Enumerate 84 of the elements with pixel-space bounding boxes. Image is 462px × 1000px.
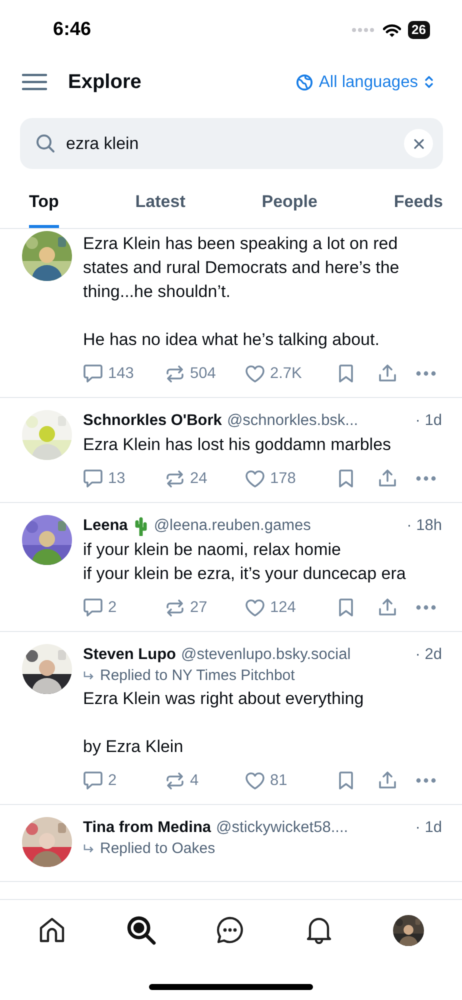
share-button[interactable] <box>378 364 397 383</box>
author-handle[interactable]: @stevenlupo.bsky.social <box>181 644 351 666</box>
share-button[interactable] <box>378 771 397 790</box>
reply-button[interactable]: 2 <box>83 598 117 617</box>
bookmark-button[interactable] <box>338 364 354 383</box>
share-icon <box>378 364 397 383</box>
bookmark-icon <box>338 469 354 488</box>
heart-icon <box>245 470 265 488</box>
reply-button[interactable]: 2 <box>83 771 117 790</box>
reply-context[interactable]: Replied to Oakes <box>83 839 442 859</box>
share-button[interactable] <box>378 598 397 617</box>
more-button[interactable] <box>416 371 436 376</box>
share-icon <box>378 469 397 488</box>
chevron-updown-icon <box>424 75 434 89</box>
signal-icon <box>352 28 376 32</box>
reply-arrow-icon <box>83 844 94 854</box>
tab[interactable]: Feeds <box>394 183 443 228</box>
author-name[interactable]: Schnorkles O'Bork <box>83 410 222 432</box>
post-time: · 18h <box>406 516 442 536</box>
repost-button[interactable]: 504 <box>165 364 216 382</box>
heart-icon <box>245 772 265 790</box>
author-handle[interactable]: @stickywicket58.... <box>216 817 348 839</box>
comment-icon <box>83 469 103 488</box>
share-button[interactable] <box>378 469 397 488</box>
author-name[interactable]: Tina from Medina <box>83 817 212 839</box>
post-text: Ezra Klein has lost his goddamn marbles <box>83 434 392 456</box>
like-button[interactable]: 81 <box>245 772 288 790</box>
more-button[interactable] <box>416 778 436 783</box>
post-text: Ezra Klein has been speaking a lot on red states and rural Democrats and here’s the thing...he shouldn’t. He has no idea what he’s talking about. <box>83 233 400 351</box>
status-time: 6:46 <box>53 19 92 41</box>
page-title: Explore <box>68 70 142 94</box>
post-time: · 2d <box>415 645 442 665</box>
more-icon <box>416 476 436 481</box>
repost-icon <box>165 364 185 382</box>
bookmark-icon <box>338 771 354 790</box>
bookmark-icon <box>338 364 354 383</box>
tab[interactable]: Top <box>29 183 59 228</box>
repost-icon <box>165 772 185 790</box>
bookmark-button[interactable] <box>338 598 354 617</box>
more-icon <box>416 605 436 610</box>
comment-icon <box>83 771 103 790</box>
more-icon <box>416 778 436 783</box>
post-text: Ezra Klein was right about everything by Ezra Klein <box>83 688 365 758</box>
repost-button[interactable]: 4 <box>165 772 199 790</box>
wifi-icon <box>382 24 401 36</box>
language-selector[interactable]: All languages <box>296 72 434 92</box>
like-button[interactable]: 124 <box>245 598 296 616</box>
repost-button[interactable]: 24 <box>165 470 208 488</box>
author-name[interactable]: Leena <box>83 515 128 537</box>
post-text: if your klein be naomi, relax homie if your klein be ezra, it’s your duncecap era <box>83 539 407 585</box>
bookmark-button[interactable] <box>338 469 354 488</box>
battery-level: 26 <box>408 21 430 39</box>
like-button[interactable]: 2.7K <box>245 364 302 382</box>
bookmark-button[interactable] <box>338 771 354 790</box>
close-icon <box>414 138 424 148</box>
like-button[interactable]: 178 <box>245 470 296 488</box>
share-icon <box>378 598 397 617</box>
comment-icon <box>83 598 103 617</box>
share-icon <box>378 771 397 790</box>
tab[interactable]: People <box>262 183 318 228</box>
search-field[interactable]: ezra klein <box>20 118 443 169</box>
more-icon <box>416 371 436 376</box>
reply-context[interactable]: Replied to NY Times Pitchbot <box>83 666 442 686</box>
author-handle[interactable]: @leena.reuben.games <box>154 515 311 537</box>
reply-arrow-icon <box>83 671 94 681</box>
more-button[interactable] <box>416 476 436 481</box>
comment-icon <box>83 364 103 383</box>
menu-icon[interactable] <box>22 73 47 91</box>
reply-button[interactable]: 143 <box>83 364 134 383</box>
globe-icon <box>296 74 313 90</box>
repost-icon <box>165 598 185 616</box>
bookmark-icon <box>338 598 354 617</box>
reply-button[interactable]: 13 <box>83 469 126 488</box>
tab[interactable]: Latest <box>135 183 186 228</box>
heart-icon <box>245 598 265 616</box>
repost-icon <box>165 470 185 488</box>
post-time: · 1d <box>415 818 442 838</box>
author-handle[interactable]: @schnorkles.bsk... <box>226 410 358 432</box>
repost-button[interactable]: 27 <box>165 598 208 616</box>
more-button[interactable] <box>416 605 436 610</box>
post-time: · 1d <box>415 411 442 431</box>
heart-icon <box>245 364 265 382</box>
search-icon <box>36 134 55 153</box>
author-name[interactable]: Steven Lupo <box>83 644 176 666</box>
